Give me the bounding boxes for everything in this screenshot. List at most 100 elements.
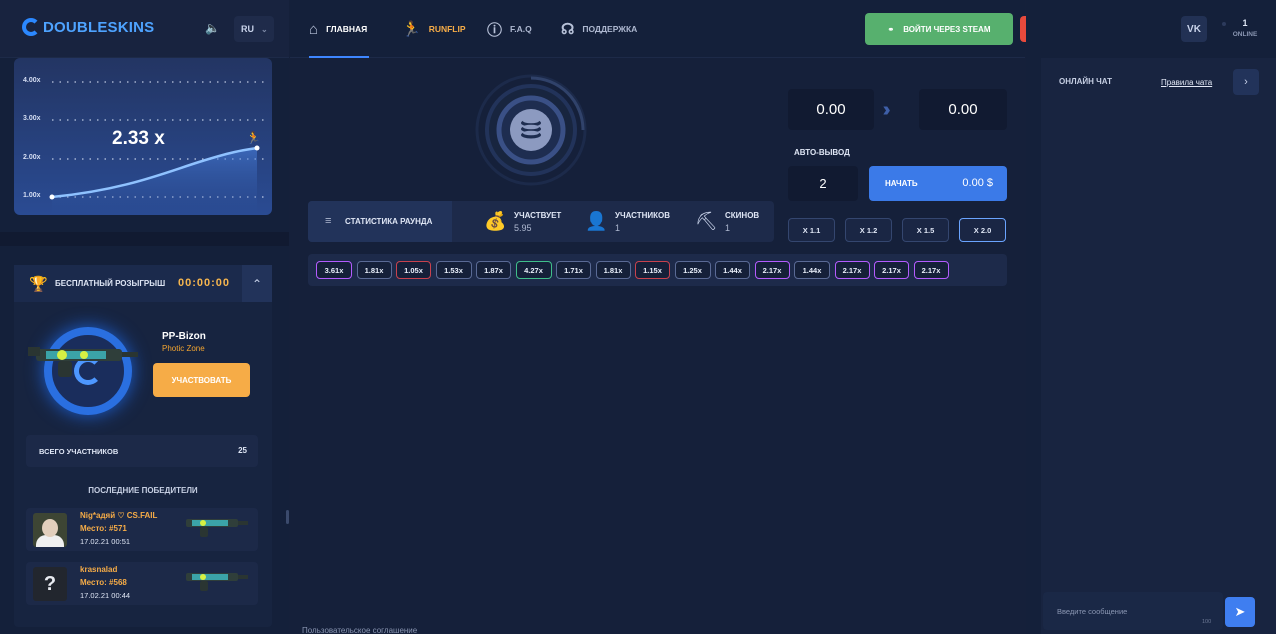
total-participants-label: ВСЕГО УЧАСТНИКОВ [39,447,119,456]
nav-faq[interactable]: ⓘ F.A.Q [487,0,532,58]
steam-login-label: ВОЙТИ ЧЕРЕЗ STEAM [903,24,991,34]
stat-skins-value: 1 [725,223,731,233]
history-chip[interactable]: 1.53x [435,261,472,279]
headset-icon: ☊ [561,21,575,38]
history-chip[interactable]: 1.44x [715,261,750,279]
chat-input[interactable] [1043,592,1223,630]
steam-login-button[interactable]: ⚭ ВОЙТИ ЧЕРЕЗ STEAM [865,13,1013,45]
pp-bizon-image [28,347,138,377]
raffle-header: 🏆 БЕСПЛАТНЫЙ РОЗЫГРЫШ 00:00:00 ⌃ [14,265,272,302]
history-chip[interactable]: 2.17x [754,261,790,279]
sidebar-scrollbar[interactable] [286,510,289,524]
winner-name: krasnalad [80,565,118,574]
history-chip[interactable]: 3.61x [316,261,352,279]
quick-multiplier-2-0[interactable]: X 2.0 [959,218,1006,242]
y-label-4: 4.00x [23,77,41,84]
online-count: 1 [1242,18,1248,28]
collapse-button[interactable]: ⌃ [242,265,272,302]
item-skin: Photic Zone [162,344,205,353]
current-multiplier: 2.33 x [112,128,165,149]
history-chip[interactable]: 1.44x [794,261,830,279]
raffle-timer: 00:00:00 [178,277,231,289]
auto-cashout-label: АВТО-ВЫВОД [794,148,850,157]
history-chip[interactable]: 1.81x [356,261,392,279]
total-participants: ВСЕГО УЧАСТНИКОВ 25 [26,435,258,467]
quick-multiplier-1-5[interactable]: X 1.5 [902,218,949,242]
language-value: RU [241,24,254,34]
online-dot-icon [1222,22,1226,26]
vk-icon[interactable]: VK [1181,16,1207,42]
quick-multiplier-1-2[interactable]: X 1.2 [845,218,892,242]
menu-icon: ≡ [325,215,332,227]
auto-cashout-input[interactable]: 2 [788,166,858,201]
nav-support[interactable]: ☊ ПОДДЕРЖКА [561,0,637,58]
chevron-right-icon: › [1244,76,1248,88]
y-label-3: 3.00x [23,115,41,122]
svg-text:🏃: 🏃 [246,131,261,145]
winner-item-image [186,573,248,591]
rifle-icon: ⛏ [695,211,718,231]
start-value: 0.00 $ [962,177,993,189]
stat-players-value: 1 [615,223,621,233]
sidebar-divider [0,232,289,246]
logo-bar: DOUBLESKINS 🔈 RU ⌄ [0,0,289,58]
chat-toggle-button[interactable]: › [1233,69,1259,95]
history-chip[interactable]: 1.25x [674,261,711,279]
logo-text: DOUBLESKINS [43,18,155,36]
language-select[interactable]: RU ⌄ [234,16,274,42]
bet-amount-field[interactable]: 0.00 [788,89,874,130]
online-label: ONLINE [1232,31,1258,38]
send-button[interactable]: ➤ [1225,597,1255,627]
coin-spinner [475,74,587,186]
raffle-title: БЕСПЛАТНЫЙ РОЗЫГРЫШ [55,279,166,288]
nav-faq-label: F.A.Q [510,24,532,34]
nav-home[interactable]: ⌂ ГЛАВНАЯ [309,0,370,58]
avatar[interactable] [33,513,67,547]
free-raffle-panel: 🏆 БЕСПЛАТНЫЙ РОЗЫГРЫШ 00:00:00 ⌃ PP-Bizo… [14,265,272,627]
volume-icon[interactable]: 🔈 [205,21,220,35]
history-chip[interactable]: 1.71x [556,261,591,279]
steam-icon: ⚭ [887,24,895,34]
logo[interactable]: DOUBLESKINS [22,18,154,36]
home-icon: ⌂ [309,20,319,38]
winner-date: 17.02.21 00:51 [80,537,131,546]
money-bag-icon: 💰 [484,211,507,231]
round-stats: ≡ СТАТИСТИКА РАУНДА 💰 УЧАСТВУЕТ 5.95 👤 У… [308,201,774,242]
start-label: НАЧАТЬ [885,179,918,188]
winner-name: Nig*адяй ♡ CS.FAIL [80,511,158,520]
nav-support-label: ПОДДЕРЖКА [582,24,638,34]
y-label-2: 2.00x [23,154,41,161]
round-stats-title: СТАТИСТИКА РАУНДА [345,217,433,226]
history-chip[interactable]: 1.05x [396,261,431,279]
round-stats-header: ≡ СТАТИСТИКА РАУНДА [308,201,452,242]
winner-place: Место: #571 [80,524,127,533]
send-icon: ➤ [1234,604,1246,619]
chevron-up-icon: ⌃ [251,276,263,291]
chat-rules-link[interactable]: Правила чата [1161,78,1212,87]
history-chip[interactable]: 2.17x [913,261,949,279]
history-chip[interactable]: 1.15x [635,261,670,279]
start-button[interactable]: НАЧАТЬ 0.00 $ [869,166,1007,201]
cashout-amount-display: 0.00 [919,89,1007,130]
stat-players-label: УЧАСТНИКОВ [615,211,671,220]
nav-runflip[interactable]: 🏃 RUNFLIP [402,0,466,58]
winner-item-image [186,519,248,537]
stat-skins-label: СКИНОВ [725,211,760,220]
avatar[interactable]: ? [33,567,67,601]
user-agreement-link[interactable]: Пользовательское соглашение [302,626,417,634]
y-label-1: 1.00x [23,192,41,199]
runner-icon: 🏃 [402,21,421,38]
join-raffle-button[interactable]: УЧАСТВОВАТЬ [153,363,250,397]
user-icon: 👤 [585,211,608,231]
history-chip[interactable]: 2.17x [834,261,870,279]
chat-panel [1041,58,1276,634]
history-chip[interactable]: 1.87x [476,261,511,279]
nav-home-label: ГЛАВНАЯ [326,24,368,34]
item-name: PP-Bizon [162,331,206,342]
crash-graph: 🏃 4.00x 3.00x 2.00x 1.00x 2.33 x [14,58,272,215]
history-chip[interactable]: 2.17x [874,261,909,279]
history-chip[interactable]: 1.81x [595,261,631,279]
quick-multiplier-1-1[interactable]: X 1.1 [788,218,835,242]
winner-date: 17.02.21 00:44 [80,591,131,600]
history-chip[interactable]: 4.27x [515,261,552,279]
